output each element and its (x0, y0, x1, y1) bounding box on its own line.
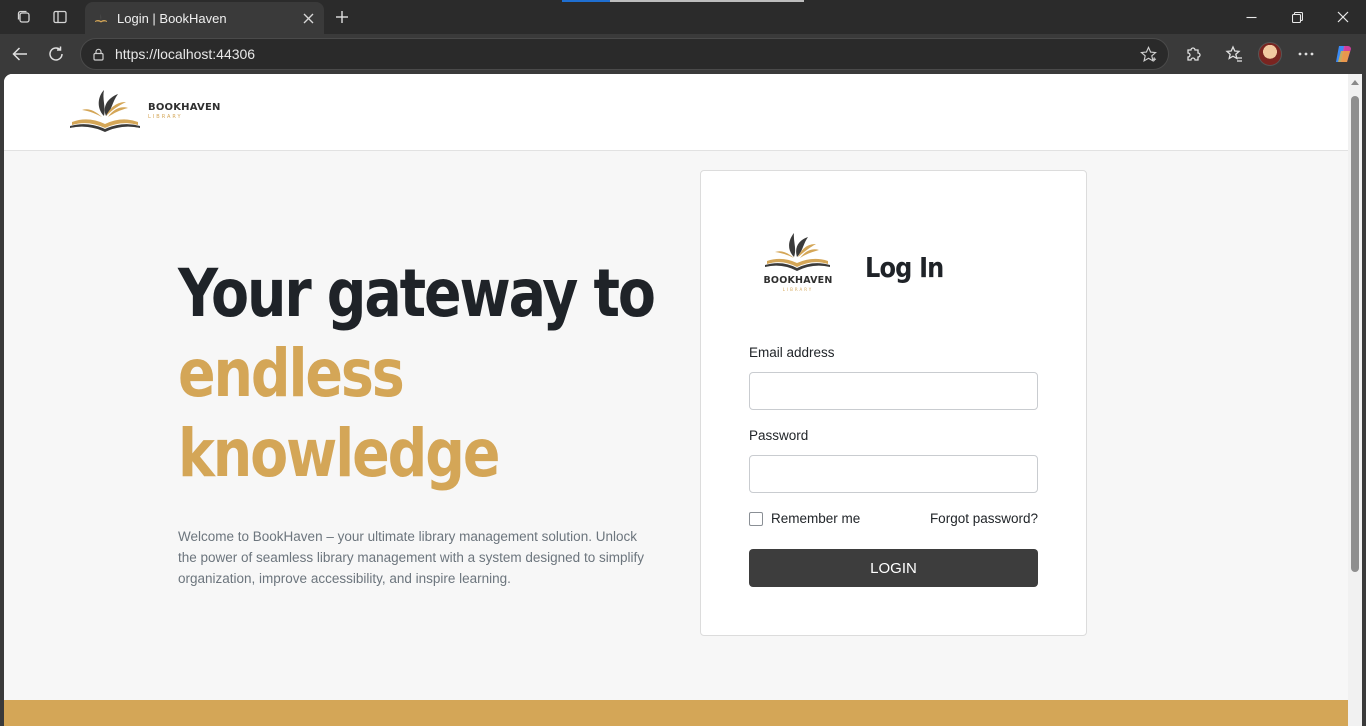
browser-toolbar: https://localhost:44306 (0, 34, 1366, 74)
login-button[interactable]: LOGIN (749, 549, 1038, 587)
tab-strip-accent (610, 0, 804, 2)
copilot-icon[interactable] (1329, 40, 1357, 68)
remember-me-checkbox[interactable] (749, 511, 763, 526)
more-icon[interactable] (1292, 40, 1320, 68)
profile-avatar[interactable] (1258, 42, 1282, 66)
scroll-up-arrow-icon[interactable] (1351, 80, 1359, 85)
bookhaven-favicon-icon (94, 11, 108, 25)
hero-line-1: Your gateway to (178, 255, 656, 332)
logo-name: BOOKHAVEN (148, 101, 221, 113)
star-icon[interactable] (1136, 42, 1160, 66)
hero-description: Welcome to BookHaven – your ultimate lib… (178, 529, 644, 586)
hero-heading: Your gateway to endless knowledge (178, 254, 658, 494)
vertical-tabs-icon[interactable] (46, 4, 74, 30)
plus-icon[interactable] (329, 4, 355, 30)
puzzle-icon[interactable] (1179, 40, 1207, 68)
site-logo[interactable]: BOOKHAVEN LIBRARY (68, 86, 221, 136)
site-header: BOOKHAVEN LIBRARY (4, 74, 1348, 151)
card-logo-name: BOOKHAVEN (763, 275, 833, 286)
password-label: Password (749, 428, 809, 443)
minimize-icon[interactable] (1228, 0, 1274, 34)
remember-me[interactable]: Remember me (749, 511, 860, 526)
browser-tab[interactable]: Login | BookHaven (85, 2, 324, 34)
hero-line-2: endless (178, 335, 405, 412)
hero-line-3: knowledge (178, 415, 500, 492)
card-logo: BOOKHAVEN LIBRARY (763, 231, 833, 292)
tab-strip-accent (562, 0, 610, 2)
card-logo-subtitle: LIBRARY (782, 287, 814, 292)
password-field[interactable] (749, 455, 1038, 493)
favorites-icon[interactable] (1220, 40, 1248, 68)
email-field[interactable] (749, 372, 1038, 410)
remember-me-label[interactable]: Remember me (771, 511, 860, 526)
email-label: Email address (749, 345, 835, 360)
url-text[interactable]: https://localhost:44306 (115, 46, 1136, 62)
footer-band (4, 700, 1348, 726)
page-viewport: BOOKHAVEN LIBRARY Your gateway to endles… (4, 74, 1348, 726)
login-card: BOOKHAVEN LIBRARY Log In Email address P… (700, 170, 1087, 636)
scroll-thumb[interactable] (1351, 96, 1359, 572)
open-book-logo-icon (765, 233, 830, 271)
back-arrow-icon[interactable] (6, 40, 34, 68)
close-icon[interactable] (1320, 0, 1366, 34)
address-bar[interactable]: https://localhost:44306 (80, 38, 1169, 70)
login-title: Log In (865, 251, 944, 284)
browser-tab-strip: Login | BookHaven (0, 0, 1366, 34)
close-icon[interactable] (295, 5, 321, 31)
forgot-password-link[interactable]: Forgot password? (930, 511, 1038, 526)
tab-title: Login | BookHaven (117, 10, 227, 26)
restore-icon[interactable] (1274, 0, 1320, 34)
refresh-icon[interactable] (42, 40, 70, 68)
workspaces-icon[interactable] (10, 4, 38, 30)
logo-subtitle: LIBRARY (148, 113, 183, 120)
window-edge (1362, 74, 1366, 726)
lock-icon[interactable] (91, 47, 105, 61)
page-scrollbar[interactable] (1348, 74, 1362, 726)
open-book-logo-icon (70, 90, 140, 132)
